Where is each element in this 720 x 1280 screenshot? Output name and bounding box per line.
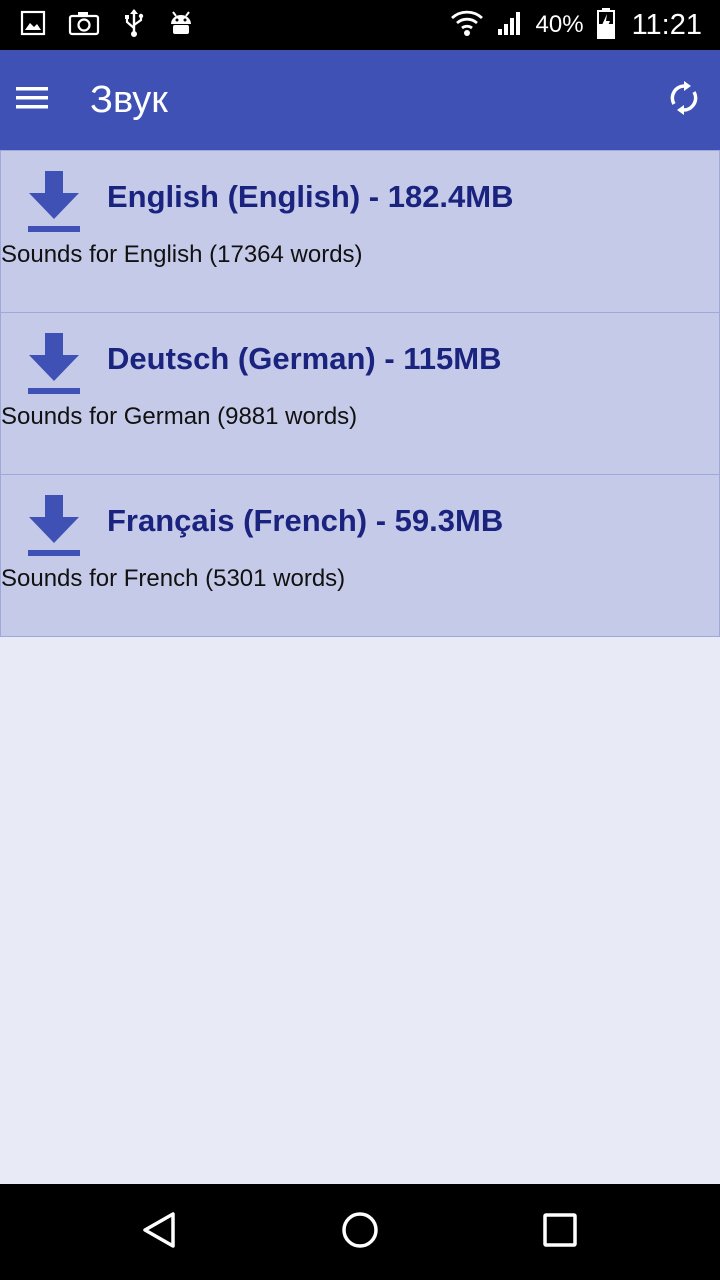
- notification-icons: [20, 8, 194, 42]
- status-bar: 40% 11:21: [0, 0, 720, 50]
- clock: 11:21: [631, 8, 702, 41]
- wifi-icon: [450, 9, 484, 41]
- refresh-button[interactable]: [660, 76, 708, 124]
- sound-pack-item-german[interactable]: Deutsch (German) - 115MB Sounds for Germ…: [0, 312, 720, 475]
- back-icon: [140, 1210, 180, 1254]
- sound-pack-description: Sounds for German (9881 words): [1, 403, 358, 430]
- menu-button[interactable]: [10, 78, 54, 122]
- recents-icon: [540, 1210, 580, 1254]
- system-status: 40% 11:21: [450, 8, 702, 42]
- image-icon: [20, 10, 46, 40]
- refresh-icon: [667, 80, 701, 120]
- camera-icon: [68, 10, 100, 40]
- recents-button[interactable]: [536, 1208, 584, 1256]
- sound-pack-description: Sounds for French (5301 words): [1, 565, 346, 592]
- sound-pack-title: Français (French) - 59.3MB: [107, 503, 504, 538]
- menu-icon: [15, 85, 49, 115]
- android-debug-icon: [168, 8, 194, 42]
- home-button[interactable]: [336, 1208, 384, 1256]
- page-title: Звук: [90, 79, 168, 121]
- download-icon[interactable]: [27, 333, 81, 395]
- battery-charging-icon: [596, 7, 616, 43]
- navigation-bar: [0, 1184, 720, 1280]
- sound-pack-list: English (English) - 182.4MB Sounds for E…: [0, 150, 720, 637]
- download-icon[interactable]: [27, 495, 81, 557]
- usb-icon: [122, 8, 146, 42]
- sound-pack-title: English (English) - 182.4MB: [107, 179, 514, 214]
- battery-percent: 40%: [535, 11, 584, 38]
- download-icon[interactable]: [27, 171, 81, 233]
- sound-pack-description: Sounds for English (17364 words): [1, 241, 363, 268]
- signal-icon: [496, 9, 524, 41]
- back-button[interactable]: [136, 1208, 184, 1256]
- app-bar: Звук: [0, 50, 720, 150]
- home-icon: [340, 1210, 380, 1254]
- sound-pack-title: Deutsch (German) - 115MB: [107, 341, 502, 376]
- sound-pack-item-french[interactable]: Français (French) - 59.3MB Sounds for Fr…: [0, 474, 720, 637]
- sound-pack-item-english[interactable]: English (English) - 182.4MB Sounds for E…: [0, 150, 720, 313]
